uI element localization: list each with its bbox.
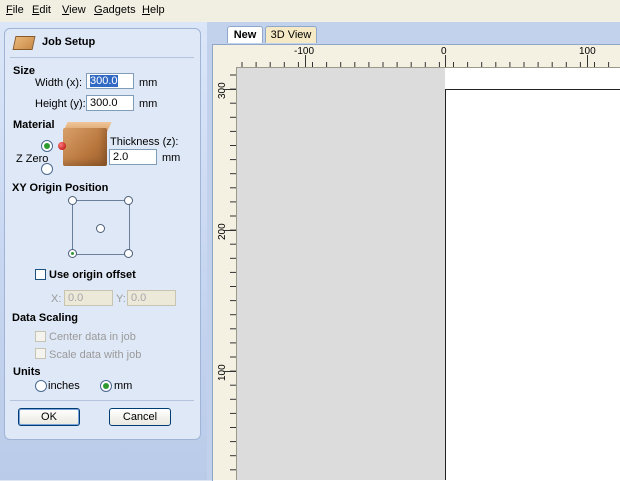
offset-y-label: Y: xyxy=(116,293,126,305)
offset-x-label: X: xyxy=(51,293,62,305)
origin-top-left-handle[interactable] xyxy=(68,196,77,205)
offset-x-field[interactable]: 0.0 xyxy=(64,290,113,306)
height-label: Height (y): xyxy=(35,98,86,110)
z-zero-top-radio[interactable] xyxy=(41,140,53,152)
menu-edit[interactable]: Edit xyxy=(32,4,51,16)
width-unit: mm xyxy=(139,77,158,89)
view-tabs: New 3D View xyxy=(207,22,620,44)
vertical-ruler: 300 200 100 xyxy=(213,67,237,480)
width-field[interactable]: 300.0 xyxy=(86,73,134,89)
units-mm-label: mm xyxy=(114,380,133,392)
z-zero-bottom-radio[interactable] xyxy=(41,163,53,175)
scale-data-checkbox[interactable] xyxy=(35,348,46,359)
units-mm-radio[interactable] xyxy=(100,380,112,392)
material-block-icon xyxy=(63,128,107,166)
data-scaling-heading: Data Scaling xyxy=(12,312,79,324)
scale-data-label: Scale data with job xyxy=(49,349,142,361)
ruler-corner xyxy=(213,45,237,67)
thickness-label: Thickness (z): xyxy=(110,136,179,148)
menu-view[interactable]: View xyxy=(62,4,86,16)
material-heading: Material xyxy=(13,119,55,131)
cancel-button[interactable]: Cancel xyxy=(109,408,171,426)
width-label: Width (x): xyxy=(35,77,83,89)
offset-y-field[interactable]: 0.0 xyxy=(127,290,176,306)
height-field[interactable]: 300.0 xyxy=(86,95,134,111)
origin-bottom-left-handle[interactable] xyxy=(68,249,77,258)
menu-help[interactable]: Help xyxy=(142,4,165,16)
tab-3d-view[interactable]: 3D View xyxy=(265,26,317,43)
job-boundary-top xyxy=(445,89,620,90)
ok-button[interactable]: OK xyxy=(18,408,80,426)
units-heading: Units xyxy=(13,366,41,378)
center-data-checkbox[interactable] xyxy=(35,331,46,342)
center-data-label: Center data in job xyxy=(49,331,136,343)
job-setup-icon xyxy=(12,36,36,50)
units-inches-label: inches xyxy=(48,380,80,392)
divider xyxy=(10,57,194,58)
job-area xyxy=(445,68,620,480)
tab-new[interactable]: New xyxy=(227,26,263,43)
panel-title: Job Setup xyxy=(42,36,96,48)
ruler-ticks xyxy=(223,74,236,471)
size-heading: Size xyxy=(13,65,36,77)
origin-center-handle[interactable] xyxy=(96,224,105,233)
thickness-unit: mm xyxy=(162,152,181,164)
use-origin-offset-checkbox[interactable] xyxy=(35,269,46,280)
menu-file[interactable]: File xyxy=(6,4,24,16)
thickness-field[interactable]: 2.0 xyxy=(109,149,157,165)
menu-gadgets[interactable]: Gadgets xyxy=(94,4,136,16)
xy-origin-heading: XY Origin Position xyxy=(12,182,109,194)
origin-bottom-right-handle[interactable] xyxy=(124,249,133,258)
height-unit: mm xyxy=(139,98,158,110)
use-origin-offset-label: Use origin offset xyxy=(49,269,136,281)
horizontal-ruler: -100 0 100 xyxy=(237,45,620,68)
divider xyxy=(10,400,194,401)
units-inches-radio[interactable] xyxy=(35,380,47,392)
ruler-ticks xyxy=(241,55,610,67)
menu-bar: File Edit View Gadgets Help xyxy=(0,0,620,23)
origin-top-right-handle[interactable] xyxy=(124,196,133,205)
z-zero-marker-icon xyxy=(58,142,66,150)
job-boundary-left xyxy=(445,89,446,480)
outside-job-area xyxy=(237,68,445,480)
